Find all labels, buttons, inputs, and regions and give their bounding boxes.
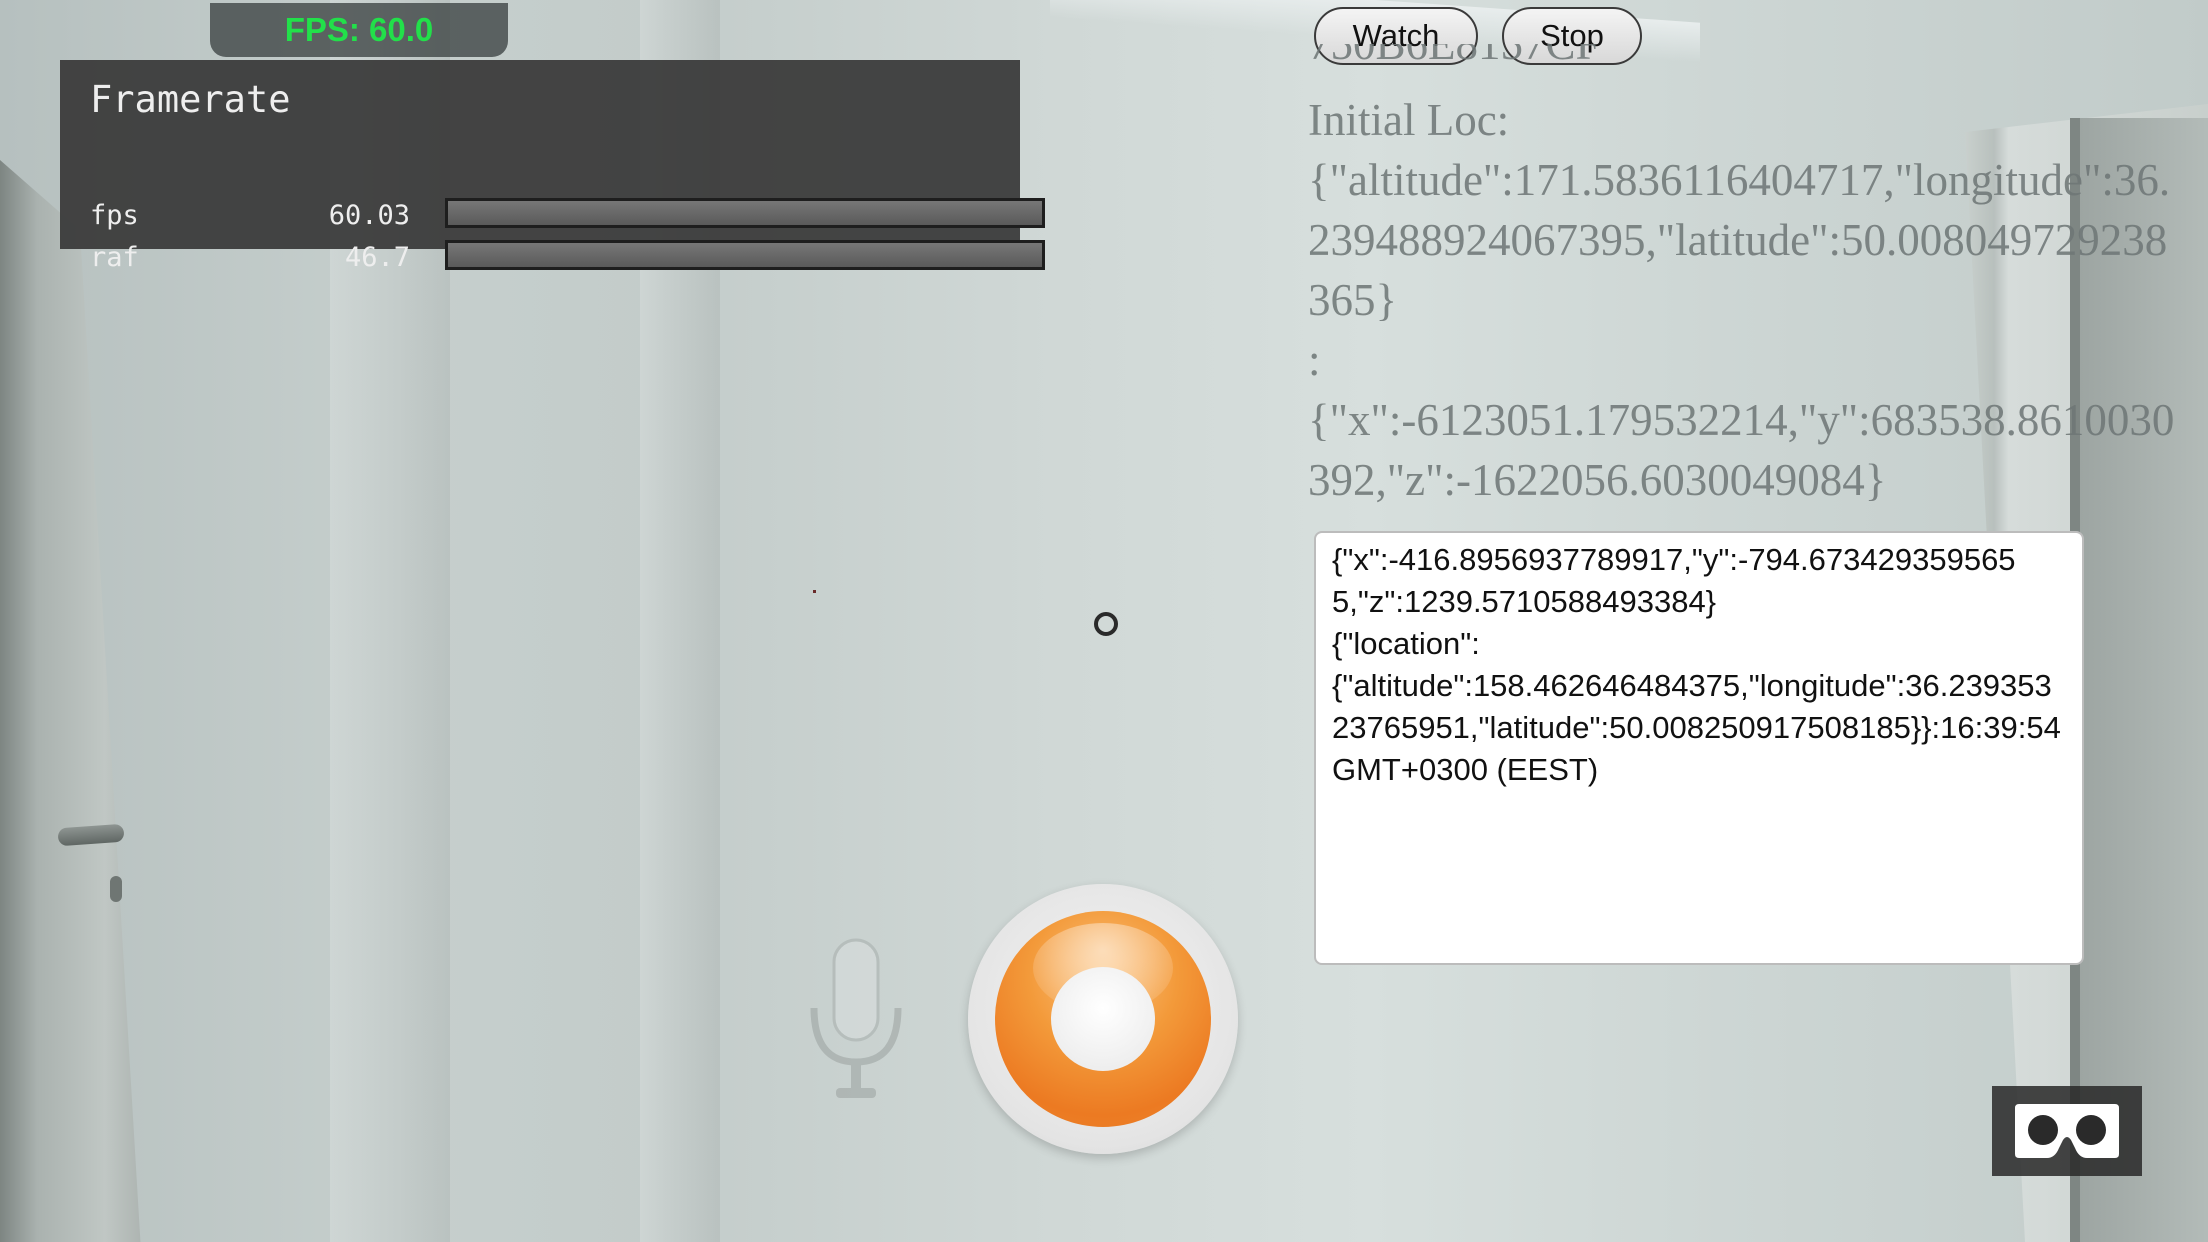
log-textarea[interactable]: {"x":-416.8956937789917,"y":-794.6734293… [1314, 531, 2084, 965]
door-lock [110, 876, 122, 902]
stat-row-fps: fps 60.03 [90, 196, 1045, 236]
stat-bar [445, 198, 1045, 228]
record-button[interactable] [968, 884, 1238, 1154]
xyz-json: {"x":-6123051.179532214,"y":683538.86100… [1308, 395, 2175, 505]
vr-mode-button[interactable] [1992, 1086, 2142, 1176]
fps-badge: FPS: 60.0 [210, 3, 508, 57]
stat-label: fps [90, 200, 139, 231]
stat-value: 46.7 [344, 242, 410, 273]
stats-title: Framerate [90, 78, 291, 121]
clipped-id-line: 750B6E8157CF [1308, 44, 1601, 69]
stat-row-raf: raf 46.7 [90, 238, 1045, 278]
marker-dot [813, 590, 816, 593]
vr-cardboard-icon [2015, 1104, 2119, 1158]
record-ring [995, 911, 1211, 1127]
reticle-icon [1094, 612, 1118, 636]
record-center [1051, 967, 1155, 1071]
log-line: {"location": [1332, 626, 1480, 661]
separator-colon: : [1308, 335, 1321, 385]
framerate-stats-panel: Framerate fps 60.03 raf 46.7 [60, 60, 1045, 273]
log-line: {"x":-416.8956937789917,"y":-794.6734293… [1332, 542, 2016, 619]
door-frame-left [0, 160, 150, 1242]
initial-loc-label: Initial Loc: [1308, 95, 1510, 145]
stat-value: 60.03 [328, 200, 410, 231]
initial-loc-json: {"altitude":171.5836116404717,"longitude… [1308, 155, 2171, 325]
stat-bar-fill [448, 243, 1042, 267]
stat-bar-fill [448, 201, 1042, 225]
log-line: {"altitude":158.462646484375,"longitude"… [1332, 668, 2061, 787]
camera-view: FPS: 60.0 Framerate fps 60.03 raf 46.7 W… [0, 0, 2208, 1242]
microphone-icon[interactable] [806, 938, 906, 1104]
stat-label: raf [90, 242, 139, 273]
location-overlay-text: 750B6E8157CF Initial Loc: {"altitude":17… [1308, 44, 2188, 524]
stat-bar [445, 240, 1045, 270]
